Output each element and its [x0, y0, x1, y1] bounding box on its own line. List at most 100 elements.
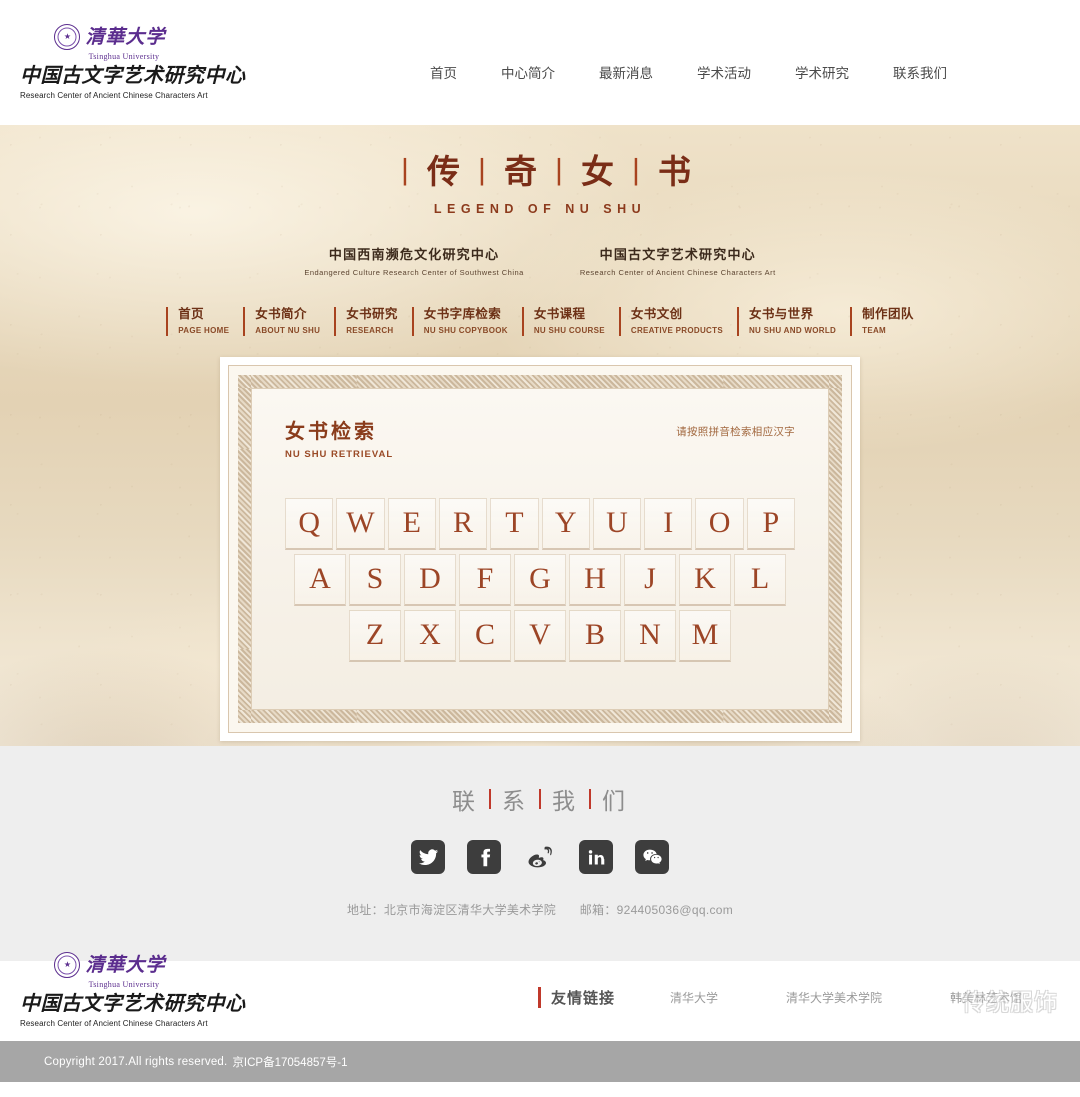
key-t[interactable]: T [490, 497, 539, 550]
banner-title-cn: 丨传丨奇丨女丨书 [0, 153, 1080, 194]
wechat-watermark: 传统服饰 [924, 983, 1058, 1017]
subnav-label-cn: 女书简介 [255, 307, 307, 322]
footer-logo-center-en: Research Center of Ancient Chinese Chara… [20, 1019, 208, 1028]
contact-title: 联 系 我 们 [0, 782, 1080, 816]
center-ancient-characters-cn: 中国古文字艺术研究中心 [599, 247, 756, 263]
tsinghua-seal-icon [54, 952, 81, 978]
center-southwest-en: Endangered Culture Research Center of So… [304, 268, 524, 278]
footer-logo-university-en: Tsinghua University [88, 980, 160, 989]
banner-title: 丨传丨奇丨女丨书 LEGEND OF NU SHU [0, 125, 1080, 216]
subnav-item-home[interactable]: 首页 PAGE HOME [166, 307, 229, 336]
subnav-label-en: NU SHU COPYBOOK [423, 325, 508, 335]
subnav-label-cn: 首页 [178, 307, 205, 322]
key-u[interactable]: U [592, 497, 642, 550]
contact-address: 地址：北京市海淀区清华大学美术学院 [346, 903, 557, 917]
subnav-item-copybook[interactable]: 女书字库检索 NU SHU COPYBOOK [411, 307, 508, 336]
wechat-icon[interactable] [635, 840, 669, 874]
center-ancient-characters-en: Research Center of Ancient Chinese Chara… [579, 268, 776, 278]
subnav-item-nushu-and-world[interactable]: 女书与世界 NU SHU AND WORLD [736, 307, 837, 336]
key-z[interactable]: Z [349, 609, 401, 662]
key-x[interactable]: X [404, 609, 456, 662]
key-q[interactable]: Q [285, 497, 334, 550]
subnav-label-cn: 制作团队 [862, 307, 914, 322]
logo-university-cn: 清華大学 [85, 26, 166, 48]
key-k[interactable]: K [679, 553, 731, 606]
key-o[interactable]: O [695, 497, 744, 550]
key-j[interactable]: J [624, 553, 676, 606]
retrieval-hint-text: 请按照拼音检索相应汉字 [676, 425, 795, 438]
secondary-navigation: 首页 PAGE HOME 女书简介 ABOUT NU SHU 女书研究 RESE… [0, 307, 1080, 336]
key-r[interactable]: R [438, 497, 488, 550]
banner-title-en: LEGEND OF NU SHU [433, 202, 647, 217]
key-l[interactable]: L [734, 553, 786, 606]
nav-item-activities[interactable]: 学术活动 [697, 62, 751, 82]
wechat-watermark-text: 传统服饰 [962, 990, 1058, 1015]
retrieval-header: 女书检索 NU SHU RETRIEVAL 请按照拼音检索相应汉字 [285, 415, 795, 460]
title-stroke-ornament: 丨 [621, 157, 654, 190]
retrieval-card-content: 女书检索 NU SHU RETRIEVAL 请按照拼音检索相应汉字 Q W E … [251, 388, 829, 710]
key-p[interactable]: P [746, 497, 795, 550]
keyboard-row-3: Z X C V B N M [285, 609, 795, 662]
key-w[interactable]: W [336, 497, 385, 550]
subnav-label-en: RESEARCH [346, 325, 394, 335]
key-d[interactable]: D [404, 553, 456, 606]
key-b[interactable]: B [569, 609, 621, 662]
key-h[interactable]: H [569, 553, 621, 606]
subnav-label-cn: 女书字库检索 [423, 307, 502, 322]
subnav-item-course[interactable]: 女书课程 NU SHU COURSE [521, 307, 605, 336]
ornamental-frame: 女书检索 NU SHU RETRIEVAL 请按照拼音检索相应汉字 Q W E … [238, 374, 842, 723]
friendly-link-academy-of-arts[interactable]: 清华大学美术学院 [786, 989, 882, 1006]
key-s[interactable]: S [349, 553, 401, 606]
footer-logo[interactable]: 清華大学 Tsinghua University 中国古文字艺术研究中心 Res… [20, 952, 245, 1028]
linkedin-icon[interactable] [579, 840, 613, 874]
parchment-banner: 丨传丨奇丨女丨书 LEGEND OF NU SHU 中国西南濒危文化研究中心 E… [0, 125, 1080, 746]
key-m[interactable]: M [679, 609, 731, 662]
subnav-label-cn: 女书课程 [533, 307, 586, 322]
twitter-icon[interactable] [411, 840, 445, 874]
nav-item-news[interactable]: 最新消息 [599, 62, 653, 82]
retrieval-card: 女书检索 NU SHU RETRIEVAL 请按照拼音检索相应汉字 Q W E … [220, 356, 860, 741]
nav-item-about[interactable]: 中心简介 [501, 62, 555, 82]
subnav-item-research[interactable]: 女书研究 RESEARCH [334, 307, 398, 336]
logo-center-cn: 中国古文字艺术研究中心 [20, 65, 246, 87]
contact-email: 邮箱：924405036@qq.com [579, 903, 734, 917]
nav-item-home[interactable]: 首页 [430, 62, 457, 82]
banner-title-char-3: 女 [581, 155, 617, 191]
key-g[interactable]: G [514, 553, 566, 606]
key-y[interactable]: Y [541, 497, 590, 550]
center-southwest-cn: 中国西南濒危文化研究中心 [328, 247, 500, 263]
banner-center-names: 中国西南濒危文化研究中心 Endangered Culture Research… [0, 244, 1080, 277]
subnav-item-about-nushu[interactable]: 女书简介 ABOUT NU SHU [243, 307, 320, 336]
facebook-icon[interactable] [467, 840, 501, 874]
subnav-label-en: NU SHU COURSE [533, 325, 605, 335]
subnav-label-cn: 女书研究 [346, 307, 398, 322]
key-f[interactable]: F [459, 553, 511, 606]
key-a[interactable]: A [294, 553, 346, 606]
main-navigation: 首页 中心简介 最新消息 学术活动 学术研究 联系我们 [430, 62, 947, 82]
subnav-item-team[interactable]: 制作团队 TEAM [850, 307, 914, 336]
tsinghua-seal-icon [54, 24, 81, 50]
key-e[interactable]: E [387, 497, 436, 550]
subnav-label-cn: 女书文创 [630, 307, 683, 322]
contact-title-separator [539, 789, 541, 809]
logo-university-row: 清華大学 [20, 24, 200, 50]
subnav-label-en: NU SHU AND WORLD [748, 325, 837, 335]
friendly-link-tsinghua[interactable]: 清华大学 [670, 989, 718, 1006]
key-v[interactable]: V [514, 609, 566, 662]
contact-title-char-3: 我 [552, 788, 578, 814]
subnav-label-cn: 女书与世界 [748, 307, 814, 322]
icp-license-link[interactable]: 京ICP备17054857号-1 [232, 1054, 347, 1070]
nav-item-contact[interactable]: 联系我们 [893, 62, 947, 82]
key-n[interactable]: N [624, 609, 676, 662]
banner-title-char-4: 书 [658, 155, 694, 191]
copyright-bar: Copyright 2017.All rights reserved. 京ICP… [0, 1041, 1080, 1082]
copyright-text: Copyright 2017.All rights reserved. [44, 1055, 228, 1068]
site-logo[interactable]: 清華大学 Tsinghua University 中国古文字艺术研究中心 Res… [20, 24, 246, 100]
key-c[interactable]: C [459, 609, 511, 662]
contact-title-char-2: 系 [502, 788, 528, 814]
weibo-icon[interactable] [523, 840, 557, 874]
wechat-watermark-icon [926, 988, 952, 1010]
key-i[interactable]: I [644, 497, 693, 550]
subnav-item-creative-products[interactable]: 女书文创 CREATIVE PRODUCTS [618, 307, 723, 336]
nav-item-research[interactable]: 学术研究 [795, 62, 849, 82]
